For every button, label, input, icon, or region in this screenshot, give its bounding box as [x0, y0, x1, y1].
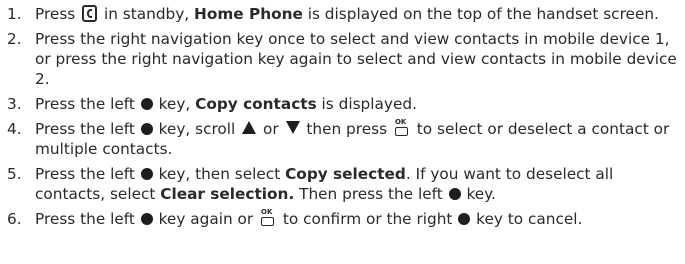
clear-selection-label: Clear selection. [160, 185, 295, 203]
step-text: Press the left key, then select Copy sel… [35, 165, 614, 203]
step-6: 6. Press the left key again or OK to con… [0, 208, 685, 229]
soft-key-dot-icon [140, 123, 153, 135]
step-2: 2. Press the right navigation key once t… [0, 29, 685, 89]
step-number: 2. [7, 30, 22, 48]
step-number: 5. [7, 165, 22, 183]
step-text: Press the left key, scroll or then press… [35, 118, 670, 158]
soft-key-dot-icon [448, 188, 461, 200]
step-3: 3. Press the left key, Copy contacts is … [0, 94, 685, 114]
step-5: 5. Press the left key, then select Copy … [0, 164, 685, 204]
step-text: Press the left key, Copy contacts is dis… [35, 95, 417, 113]
down-triangle-icon [285, 121, 300, 134]
soft-key-dot-icon [140, 98, 153, 110]
ok-key-icon: OK [394, 118, 410, 137]
step-text: Press in standby, Home Phone is displaye… [35, 5, 659, 23]
step-number: 3. [7, 95, 22, 113]
soft-key-dot-icon [140, 213, 153, 225]
step-4: 4. Press the left key, scroll or then pr… [0, 118, 685, 159]
soft-key-dot-icon [140, 168, 153, 180]
step-text: Press the right navigation key once to s… [35, 30, 677, 88]
step-1: 1. Press in standby, Home Phone is displ… [0, 4, 685, 24]
up-triangle-icon [242, 121, 257, 134]
home-phone-label: Home Phone [194, 5, 303, 23]
copy-selected-label: Copy selected [285, 165, 406, 183]
soft-key-dot-icon [458, 213, 471, 225]
phone-key-icon [82, 5, 98, 22]
copy-contacts-label: Copy contacts [195, 95, 317, 113]
instruction-steps: 1. Press in standby, Home Phone is displ… [0, 0, 685, 229]
step-number: 1. [7, 5, 22, 23]
ok-key-icon: OK [260, 208, 276, 227]
step-text: Press the left key again or OK to confir… [35, 208, 583, 228]
step-number: 4. [7, 120, 22, 138]
step-number: 6. [7, 210, 22, 228]
